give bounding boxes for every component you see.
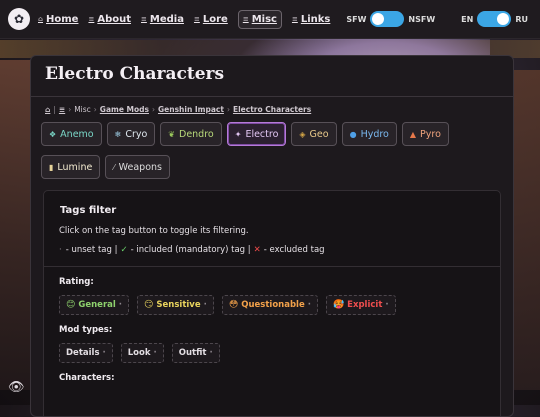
nav-home-link[interactable]: ⌂ Home [38, 14, 78, 25]
page-title: Electro Characters [45, 64, 225, 84]
breadcrumb-game-mods[interactable]: Game Mods [100, 105, 149, 114]
unset-dot-icon: · [59, 245, 62, 255]
language-toggle[interactable] [477, 11, 512, 27]
filter-legend: · - unset tag | ✓ - included (mandatory)… [44, 236, 500, 255]
site-logo[interactable]: ✿ [8, 8, 30, 30]
dendro-icon: ❦ [168, 129, 175, 139]
smile-emoji-icon: 😊 [66, 300, 76, 310]
modtype-outfit-chip[interactable]: Outfit · [171, 343, 220, 363]
tag-geo-button[interactable]: ◈ Geo [291, 122, 337, 146]
menu-icon: ≡ [193, 15, 200, 23]
tag-dendro-button[interactable]: ❦ Dendro [160, 122, 222, 146]
home-icon: ⌂ [38, 15, 44, 23]
top-navbar: ✿ ⌂ Home ≡ About ≡ Media ≡ Lore ≡ Misc ≡ Links… [0, 0, 540, 39]
sfw-label: SFW [346, 14, 367, 24]
legend-unset: - unset tag | [65, 245, 118, 255]
anemo-icon: ❖ [49, 129, 57, 139]
electro-icon: ✦ [234, 129, 242, 139]
tags-filter-panel: Tags filter Click on the tag button to t… [43, 190, 501, 416]
tag-lumine-button[interactable]: ▮ Lumine [41, 155, 101, 179]
modtype-look-chip[interactable]: Look · [120, 343, 164, 363]
legend-included: - included (mandatory) tag | [130, 245, 251, 255]
menu-icon: ≡ [291, 15, 298, 23]
modtype-details-chip[interactable]: Details · [59, 343, 113, 363]
header-toggles: SFW NSFW EN RU [342, 0, 532, 38]
characters-label: Characters: [59, 373, 115, 383]
filter-description: Click on the tag button to toggle its fi… [59, 226, 249, 236]
breadcrumb-current[interactable]: Electro Characters [233, 105, 311, 114]
rating-label: Rating: [59, 277, 94, 287]
hydro-icon: ● [349, 129, 357, 139]
sfw-nsfw-toggle[interactable] [370, 11, 405, 27]
tag-pyro-button[interactable]: ▲ Pyro [401, 122, 449, 146]
nsfw-label: NSFW [408, 14, 436, 24]
tag-anemo-button[interactable]: ❖ Anemo [41, 122, 102, 146]
cross-icon: ✕ [253, 245, 261, 255]
nav-lore-link[interactable]: ≡ Lore [194, 14, 228, 25]
rating-general-chip[interactable]: 😊 General · [59, 295, 130, 315]
nav-misc-link[interactable]: ≡ Misc [237, 9, 282, 29]
breadcrumb-misc: Misc [74, 105, 91, 114]
tag-weapons-button[interactable]: ⁄ Weapons [105, 155, 170, 179]
eye-icon[interactable]: 👁 [8, 380, 25, 395]
menu-icon: ≡ [242, 15, 249, 23]
check-icon: ✓ [120, 245, 128, 255]
nav-about-link[interactable]: ≡ About [88, 14, 131, 25]
flushed-emoji-icon: 😳 [228, 300, 239, 310]
breadcrumb-menu-icon[interactable]: ≡ [59, 105, 65, 114]
breadcrumb-genshin-impact[interactable]: Genshin Impact [158, 105, 224, 114]
lang-en-label: EN [461, 14, 474, 24]
toggle-knob [497, 13, 510, 25]
lang-ru-label: RU [515, 14, 528, 24]
breadcrumb-home-icon[interactable]: ⌂ [45, 105, 50, 114]
tag-hydro-button[interactable]: ● Hydro [341, 122, 397, 146]
weapon-icon: ⁄ [113, 162, 115, 172]
rating-explicit-chip[interactable]: 🥵 Explicit · [325, 295, 396, 315]
element-tag-list: ❖ Anemo ❄ Cryo ❦ Dendro ✦ Electro ◈ Geo ● Hydr… [31, 122, 513, 188]
legend-excluded: - excluded tag [263, 245, 325, 255]
rating-questionable-chip[interactable]: 😳 Questionable · [221, 295, 318, 315]
cryo-icon: ❄ [114, 129, 122, 139]
breadcrumb: ⌂ | ≡ › Misc › Game Mods › Genshin Impac… [45, 105, 312, 114]
background-right-panel [510, 70, 540, 390]
mod-type-chip-list: Details · Look · Outfit · [44, 335, 500, 363]
tag-electro-button[interactable]: ✦ Electro [226, 122, 287, 146]
pyro-icon: ▲ [409, 129, 417, 139]
rating-chip-list: 😊 General · 😏 Sensitive · 😳 Questionable · 🥵 Ex… [44, 287, 500, 315]
mod-types-label: Mod types: [59, 325, 113, 335]
geo-icon: ◈ [299, 129, 306, 139]
menu-icon: ≡ [88, 15, 95, 23]
lumine-icon: ▮ [49, 162, 54, 172]
filter-title: Tags filter [60, 205, 117, 216]
nav-links-link[interactable]: ≡ Links [292, 14, 330, 25]
hot-face-emoji-icon: 🥵 [332, 300, 345, 310]
rating-sensitive-chip[interactable]: 😏 Sensitive · [137, 295, 214, 315]
nav-media-link[interactable]: ≡ Media [141, 14, 184, 25]
tag-cryo-button[interactable]: ❄ Cryo [106, 122, 156, 146]
smirk-emoji-icon: 😏 [144, 300, 154, 310]
content-card: Electro Characters ⌂ | ≡ › Misc › Game M… [30, 55, 514, 417]
toggle-knob [372, 13, 385, 25]
menu-icon: ≡ [141, 15, 147, 23]
